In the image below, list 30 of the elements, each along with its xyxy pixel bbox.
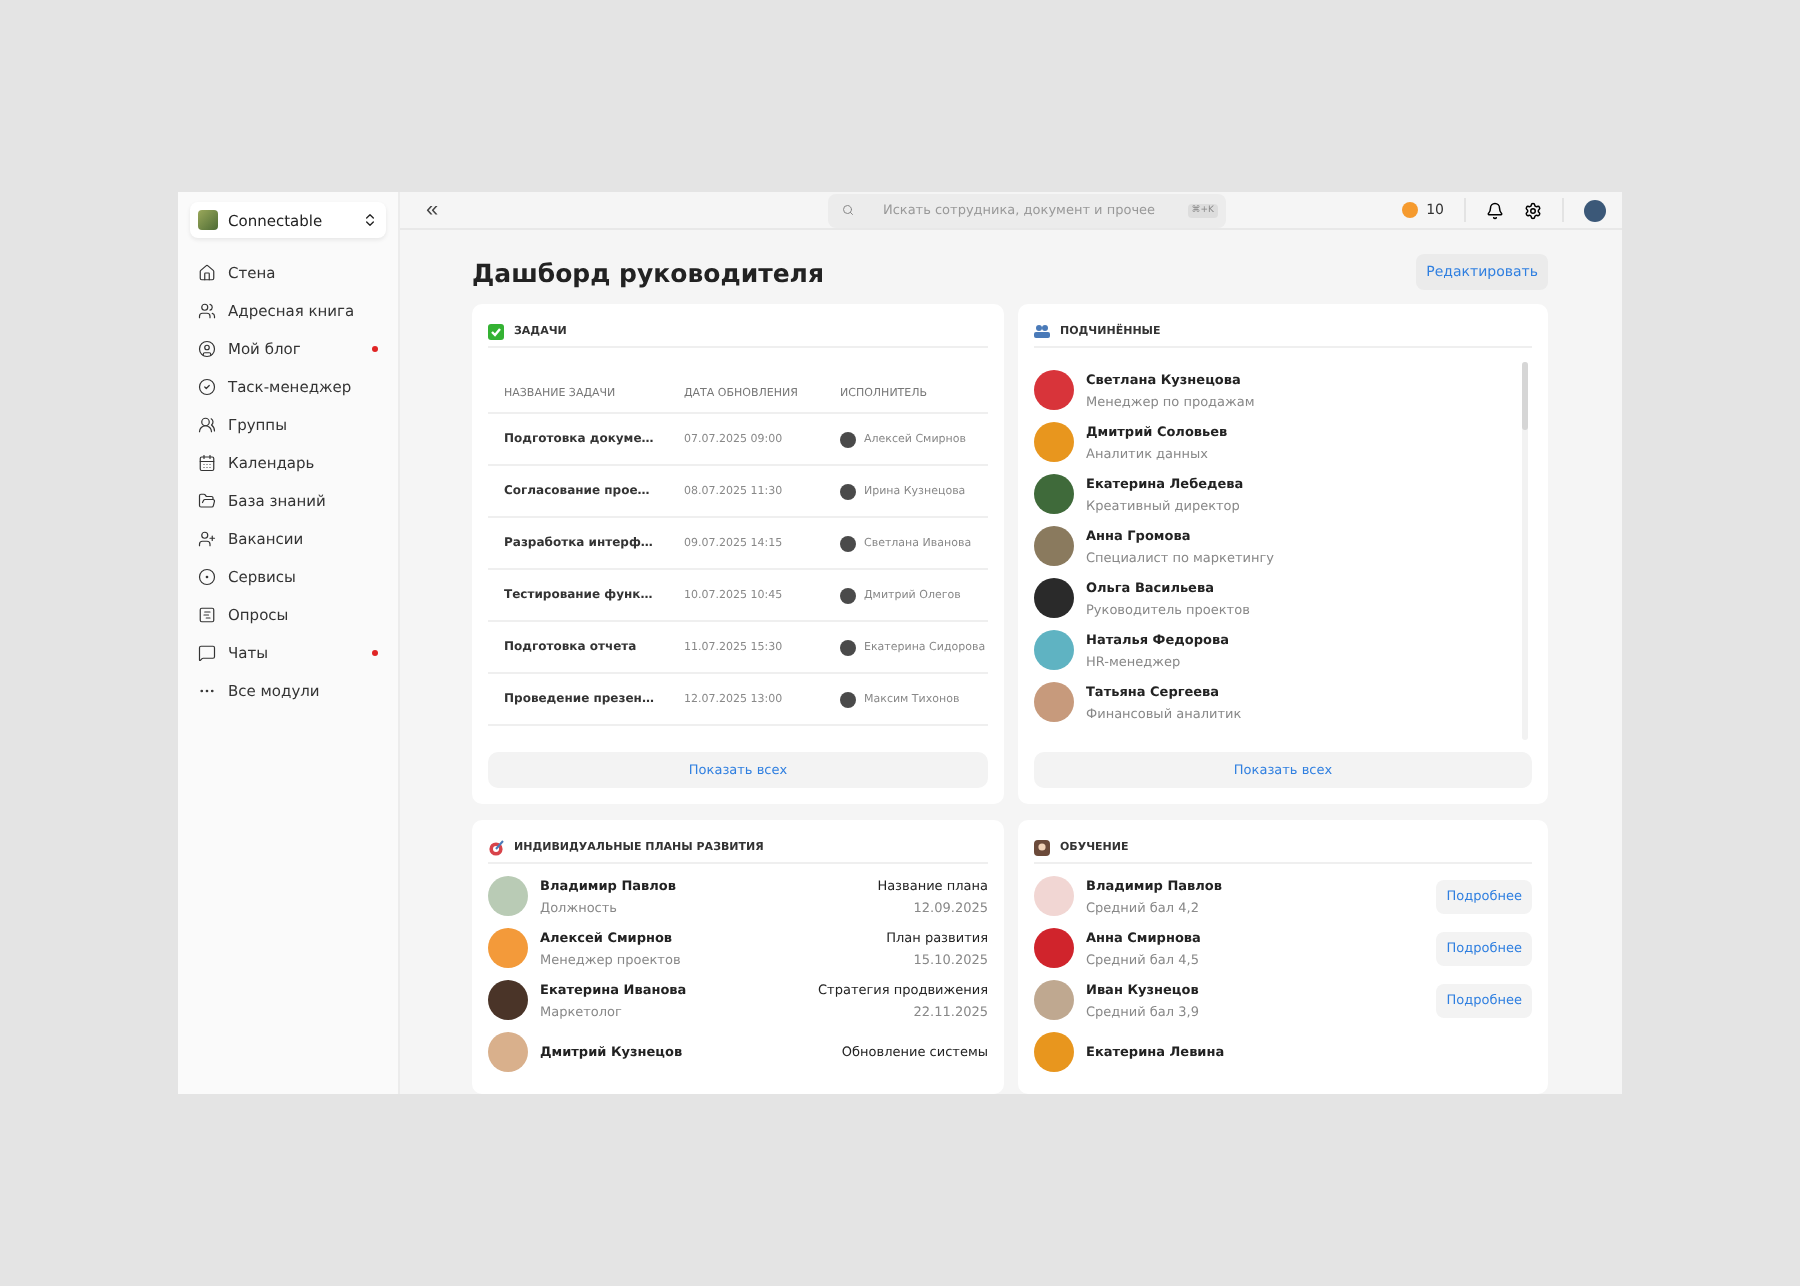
people-icon xyxy=(198,302,216,320)
avatar-icon xyxy=(840,639,856,655)
folder-icon xyxy=(198,492,216,510)
user-plus-icon xyxy=(198,530,216,548)
page-title: Дашборд руководителя xyxy=(472,257,824,287)
logo-icon xyxy=(198,210,218,230)
avatar-icon xyxy=(840,535,856,551)
checkbox-icon xyxy=(488,323,504,339)
home-icon xyxy=(198,264,216,282)
target-icon xyxy=(488,839,504,855)
collapse-button[interactable]: « xyxy=(420,198,444,222)
check-circle-icon xyxy=(198,378,216,396)
notifications-icon[interactable] xyxy=(1486,201,1504,219)
settings-icon[interactable] xyxy=(1524,201,1542,219)
chart-icon xyxy=(198,606,216,624)
people-icon xyxy=(1034,324,1050,338)
search-icon xyxy=(842,203,854,215)
avatar-icon xyxy=(840,483,856,499)
avatar-icon xyxy=(840,431,856,447)
people-icon xyxy=(198,416,216,434)
user-circle-icon xyxy=(198,340,216,358)
chevron-up-down-icon xyxy=(362,212,378,228)
avatar-icon xyxy=(840,587,856,603)
user-avatar-icon xyxy=(1034,839,1050,855)
user-avatar[interactable] xyxy=(1584,199,1606,221)
circle-dot-icon xyxy=(198,568,216,586)
coin-icon xyxy=(1402,202,1419,218)
calendar-icon xyxy=(198,454,216,472)
chat-icon xyxy=(198,644,216,662)
avatar-icon xyxy=(840,691,856,707)
